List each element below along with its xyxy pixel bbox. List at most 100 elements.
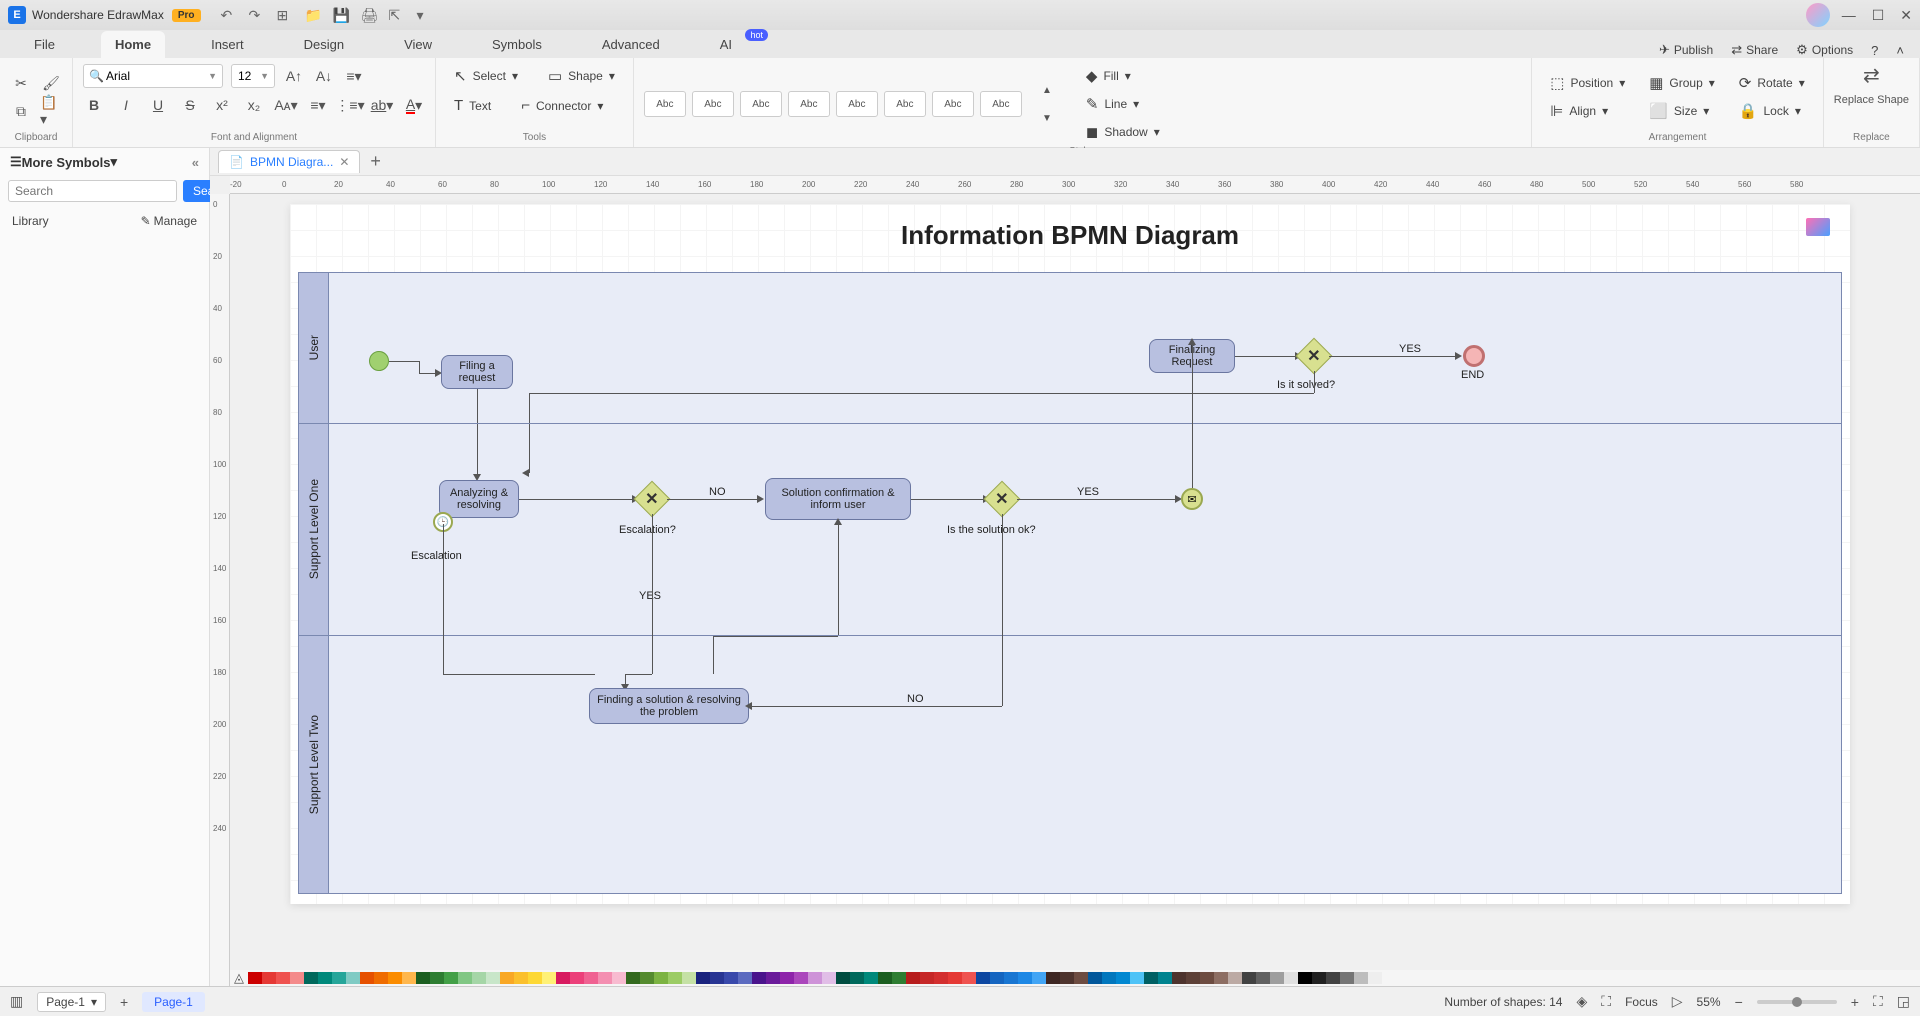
- color-swatch[interactable]: [388, 972, 402, 984]
- open-icon[interactable]: 📁: [305, 7, 321, 23]
- italic-icon[interactable]: I: [115, 94, 137, 116]
- color-swatch[interactable]: [682, 972, 696, 984]
- export-icon[interactable]: ⇱: [389, 7, 405, 23]
- lock-button[interactable]: 🔒Lock▾: [1731, 99, 1813, 123]
- focus-label[interactable]: Focus: [1625, 995, 1658, 1009]
- color-swatch[interactable]: [444, 972, 458, 984]
- color-swatch[interactable]: [402, 972, 416, 984]
- color-swatch[interactable]: [850, 972, 864, 984]
- style-swatch[interactable]: Abc: [932, 91, 974, 117]
- task-finding[interactable]: Finding a solution & resolving the probl…: [589, 688, 749, 724]
- color-swatch[interactable]: [584, 972, 598, 984]
- format-painter-icon[interactable]: 🖌: [40, 72, 62, 94]
- lane-user[interactable]: User Filing a request Finalizing Request: [299, 273, 1841, 423]
- tab-home[interactable]: Home: [101, 31, 165, 58]
- color-swatch[interactable]: [1060, 972, 1074, 984]
- color-swatch[interactable]: [528, 972, 542, 984]
- color-swatch[interactable]: [1284, 972, 1298, 984]
- style-swatch[interactable]: Abc: [884, 91, 926, 117]
- tab-design[interactable]: Design: [290, 31, 358, 58]
- paste-icon[interactable]: 📋▾: [40, 100, 62, 122]
- color-swatch[interactable]: [304, 972, 318, 984]
- undo-icon[interactable]: ↶: [221, 7, 237, 23]
- select-tool[interactable]: ↖Select ▾: [446, 64, 526, 88]
- collapse-ribbon-button[interactable]: ˄: [1896, 43, 1904, 58]
- color-swatch[interactable]: [318, 972, 332, 984]
- color-swatch[interactable]: [374, 972, 388, 984]
- connector[interactable]: [1002, 524, 1003, 706]
- color-swatch[interactable]: [416, 972, 430, 984]
- tab-advanced[interactable]: Advanced: [588, 31, 674, 58]
- save-icon[interactable]: 💾: [333, 7, 349, 23]
- color-swatch[interactable]: [1298, 972, 1312, 984]
- connector[interactable]: [443, 674, 595, 675]
- shadow-button[interactable]: ◼Shadow ▾: [1078, 120, 1168, 144]
- color-swatch[interactable]: [892, 972, 906, 984]
- color-swatch[interactable]: [1214, 972, 1228, 984]
- color-swatch[interactable]: [1186, 972, 1200, 984]
- layers-icon[interactable]: ◈: [1576, 993, 1587, 1010]
- font-color-icon[interactable]: A▾: [403, 94, 425, 116]
- lane-support-two[interactable]: Support Level Two Finding a solution & r…: [299, 635, 1841, 893]
- color-swatch[interactable]: [976, 972, 990, 984]
- start-event[interactable]: [369, 351, 389, 371]
- fill-button[interactable]: ◆Fill ▾: [1078, 64, 1168, 88]
- focus-icon[interactable]: ⛶: [1601, 993, 1611, 1010]
- align-button[interactable]: ⊫Align▾: [1542, 99, 1633, 123]
- color-swatch[interactable]: [472, 972, 486, 984]
- color-swatch[interactable]: [640, 972, 654, 984]
- gallery-down-icon[interactable]: ▼: [1036, 107, 1058, 129]
- color-swatch[interactable]: [696, 972, 710, 984]
- color-swatch[interactable]: [1116, 972, 1130, 984]
- color-swatch[interactable]: [794, 972, 808, 984]
- color-swatch[interactable]: [612, 972, 626, 984]
- bullets-icon[interactable]: ⋮≡▾: [339, 94, 361, 116]
- color-swatch[interactable]: [332, 972, 346, 984]
- color-swatch[interactable]: [990, 972, 1004, 984]
- color-swatch[interactable]: [626, 972, 640, 984]
- color-swatch[interactable]: [724, 972, 738, 984]
- font-name-dropdown[interactable]: 🔍 ▼: [83, 64, 223, 88]
- message-event[interactable]: ✉: [1181, 488, 1203, 510]
- color-swatch[interactable]: [1368, 972, 1382, 984]
- connector[interactable]: [667, 499, 759, 500]
- color-swatch[interactable]: [1158, 972, 1172, 984]
- manage-button[interactable]: ✎Manage: [141, 214, 197, 228]
- gateway-solution-ok[interactable]: ✕: [984, 481, 1021, 518]
- color-swatch[interactable]: [486, 972, 500, 984]
- user-avatar[interactable]: [1806, 3, 1830, 27]
- sidebar-collapse-icon[interactable]: «: [192, 155, 199, 170]
- options-button[interactable]: ⚙Options: [1796, 42, 1853, 58]
- page-selector[interactable]: Page-1▾: [37, 992, 106, 1012]
- color-swatch[interactable]: [668, 972, 682, 984]
- zoom-slider[interactable]: [1757, 1000, 1837, 1004]
- color-swatch[interactable]: [808, 972, 822, 984]
- connector[interactable]: [911, 499, 985, 500]
- color-swatch[interactable]: [542, 972, 556, 984]
- color-swatch[interactable]: [962, 972, 976, 984]
- increase-font-icon[interactable]: A↑: [283, 65, 305, 87]
- color-swatch[interactable]: [822, 972, 836, 984]
- page[interactable]: Information BPMN Diagram User: [290, 204, 1850, 904]
- color-swatch[interactable]: [780, 972, 794, 984]
- font-size-dropdown[interactable]: ▼: [231, 64, 275, 88]
- color-swatch[interactable]: [1340, 972, 1354, 984]
- color-swatch[interactable]: [598, 972, 612, 984]
- present-icon[interactable]: ▷: [1672, 993, 1683, 1010]
- subscript-icon[interactable]: x₂: [243, 94, 265, 116]
- group-button[interactable]: ▦Group▾: [1641, 71, 1723, 95]
- connector[interactable]: [1192, 340, 1193, 488]
- color-swatch[interactable]: [1228, 972, 1242, 984]
- text-tool[interactable]: TText: [446, 94, 499, 117]
- bpmn-pool[interactable]: User Filing a request Finalizing Request: [298, 272, 1842, 894]
- cut-icon[interactable]: ✂: [10, 72, 32, 94]
- connector[interactable]: [519, 499, 634, 500]
- font-name-input[interactable]: [83, 64, 223, 88]
- color-swatch[interactable]: [1200, 972, 1214, 984]
- color-swatch[interactable]: [262, 972, 276, 984]
- superscript-icon[interactable]: x²: [211, 94, 233, 116]
- lane-header-user[interactable]: User: [299, 273, 329, 423]
- color-swatch[interactable]: [864, 972, 878, 984]
- replace-shape-icon[interactable]: ⇄: [1860, 64, 1882, 86]
- color-swatch[interactable]: [1004, 972, 1018, 984]
